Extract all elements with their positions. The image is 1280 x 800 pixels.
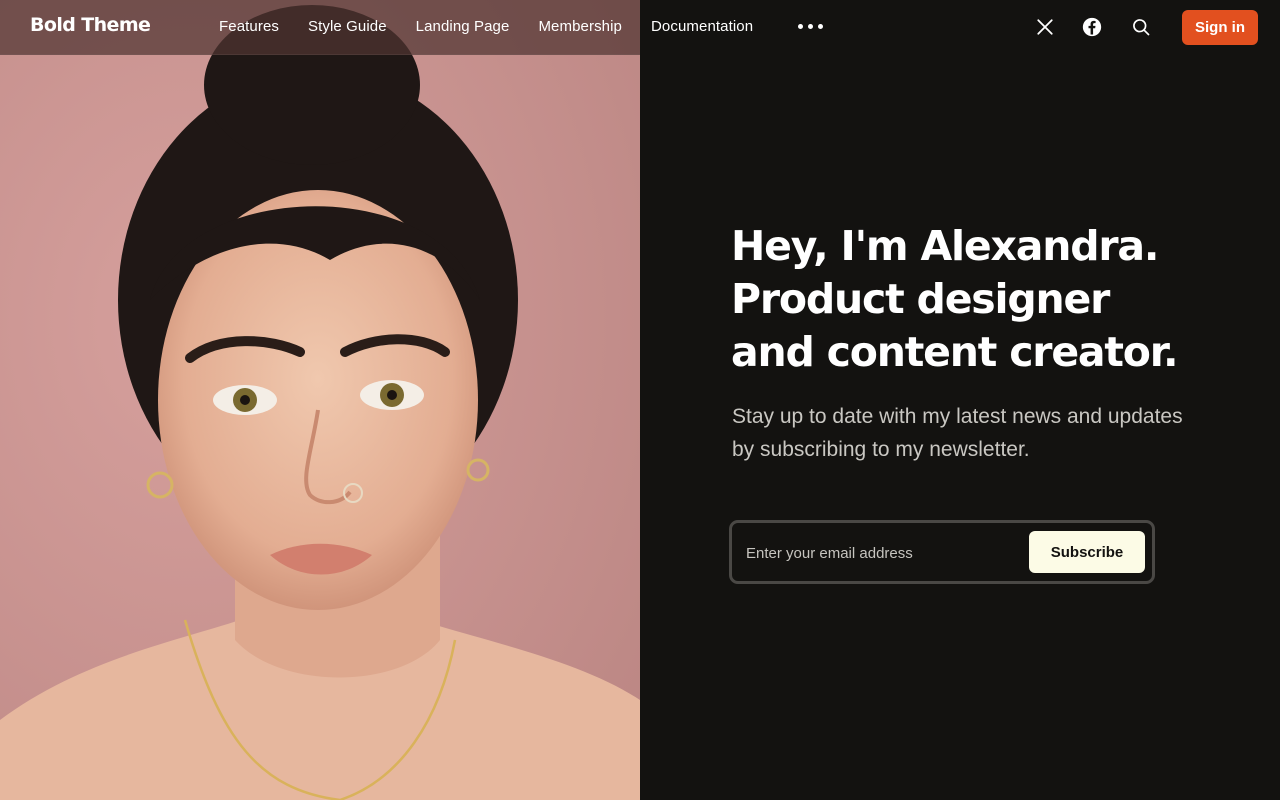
- sign-in-button[interactable]: Sign in: [1182, 10, 1258, 45]
- hero-subtext: Stay up to date with my latest news and …: [732, 405, 1183, 461]
- x-twitter-icon[interactable]: [1034, 16, 1056, 38]
- search-icon[interactable]: [1130, 16, 1152, 38]
- main-nav: Features Style Guide Landing Page Member…: [219, 18, 782, 35]
- nav-item-style-guide[interactable]: Style Guide: [308, 18, 387, 35]
- portrait-illustration: [0, 0, 640, 800]
- site-header: Bold Theme Features Style Guide Landing …: [0, 0, 1280, 55]
- newsletter-form: Subscribe: [729, 520, 1155, 584]
- headline-line-2: Product designer: [731, 275, 1110, 323]
- hero-headline: Hey, I'm Alexandra. Product designer and…: [731, 220, 1251, 379]
- hero-portrait-image: [0, 0, 640, 800]
- facebook-icon[interactable]: [1081, 16, 1103, 38]
- ellipsis-icon[interactable]: [798, 24, 823, 29]
- nav-item-landing-page[interactable]: Landing Page: [416, 18, 510, 35]
- email-input[interactable]: [746, 539, 1016, 567]
- headline-line-3: and content creator.: [731, 328, 1179, 376]
- nav-item-features[interactable]: Features: [219, 18, 279, 35]
- nav-item-membership[interactable]: Membership: [538, 18, 622, 35]
- nav-item-documentation[interactable]: Documentation: [651, 18, 753, 35]
- site-logo[interactable]: Bold Theme: [30, 14, 151, 36]
- subscribe-button[interactable]: Subscribe: [1029, 531, 1145, 573]
- headline-line-1: Hey, I'm Alexandra.: [731, 222, 1159, 270]
